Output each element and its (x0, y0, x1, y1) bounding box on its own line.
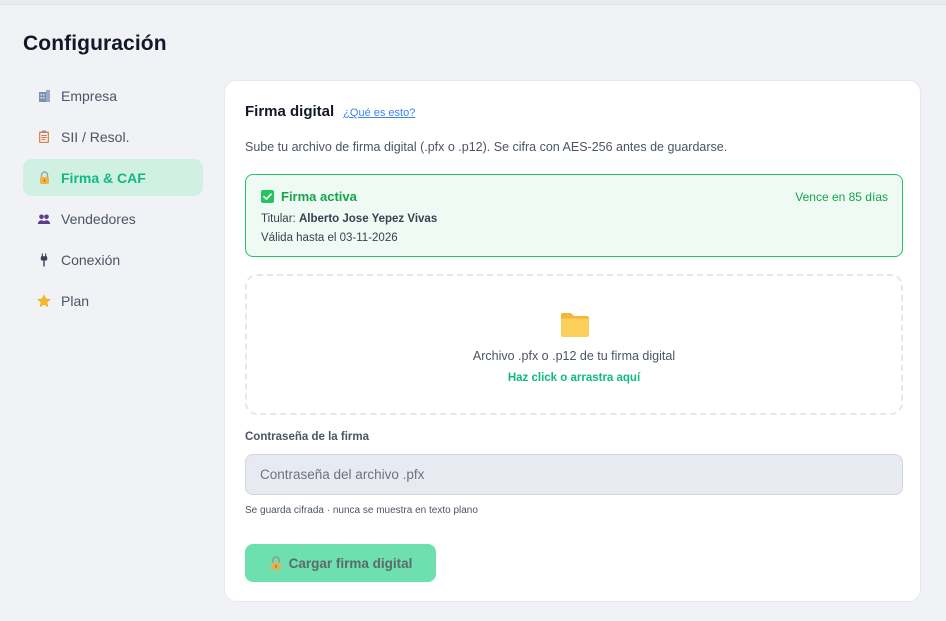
card-description: Sube tu archivo de firma digital (.pfx o… (245, 140, 728, 154)
sidebar-item-label: Plan (61, 292, 90, 309)
signature-status-box: Firma activa Vence en 85 días Titular: A… (245, 174, 903, 257)
check-icon (261, 190, 274, 203)
holder-name: Alberto Jose Yepez Vivas (298, 213, 438, 225)
plug-icon (36, 252, 52, 268)
lock-icon (36, 170, 52, 186)
settings-sidebar: Empresa SII / Resol. Firma & CAF Vendedo… (23, 77, 203, 323)
sidebar-item-sii-resol[interactable]: SII / Resol. (23, 118, 203, 155)
sidebar-item-vendedores[interactable]: Vendedores (23, 200, 203, 237)
folder-icon (560, 312, 590, 338)
star-icon (36, 293, 52, 309)
status-title: Firma activa (281, 189, 357, 204)
upload-signature-button[interactable]: Cargar firma digital (245, 544, 436, 582)
holder-label: Titular: (261, 213, 296, 225)
file-dropzone[interactable]: Archivo .pfx o .p12 de tu firma digital … (245, 274, 903, 415)
password-hint: Se guarda cifrada · nunca se muestra en … (245, 505, 478, 516)
top-divider (0, 0, 946, 5)
clipboard-icon (36, 129, 52, 145)
status-valid-until: Válida hasta el 03-11-2026 (261, 232, 398, 244)
page-title: Configuración (23, 32, 167, 55)
card-title: Firma digital (245, 103, 335, 120)
status-header: Firma activa (261, 189, 357, 204)
sidebar-item-label: Conexión (61, 251, 121, 268)
lock-icon (269, 556, 283, 570)
dropzone-text: Archivo .pfx o .p12 de tu firma digital (472, 349, 676, 363)
sidebar-item-empresa[interactable]: Empresa (23, 77, 203, 114)
sidebar-item-plan[interactable]: Plan (23, 282, 203, 319)
password-input[interactable] (245, 454, 903, 495)
sidebar-item-firma-caf[interactable]: Firma & CAF (23, 159, 203, 196)
help-link[interactable]: ¿Qué es esto? (343, 107, 415, 119)
dropzone-link[interactable]: Haz click o arrastra aquí (247, 372, 901, 384)
sidebar-item-label: SII / Resol. (61, 128, 130, 145)
sidebar-item-label: Vendedores (61, 210, 136, 227)
sidebar-item-conexion[interactable]: Conexión (23, 241, 203, 278)
sidebar-item-label: Empresa (61, 87, 118, 104)
users-icon (36, 211, 52, 227)
password-label: Contraseña de la firma (245, 431, 369, 443)
status-expiry: Vence en 85 días (795, 190, 888, 204)
sidebar-item-label: Firma & CAF (61, 169, 146, 186)
upload-button-label: Cargar firma digital (288, 555, 413, 571)
card-header: Firma digital ¿Qué es esto? (245, 103, 415, 120)
status-holder: Titular: Alberto Jose Yepez Vivas (261, 213, 437, 225)
building-icon (36, 88, 52, 104)
firma-digital-card: Firma digital ¿Qué es esto? Sube tu arch… (224, 80, 921, 602)
